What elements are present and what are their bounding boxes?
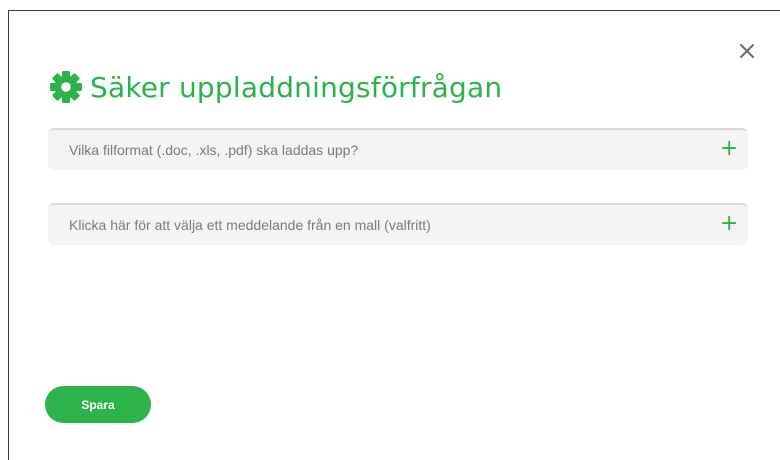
dialog-title: Säker uppladdningsförfrågan (90, 70, 503, 104)
secure-upload-dialog: Säker uppladdningsförfrågan Vilka filfor… (8, 10, 780, 460)
gear-icon (48, 69, 84, 105)
message-template-placeholder: Klicka här för att välja ett meddelande … (69, 217, 431, 233)
plus-icon[interactable]: + (720, 138, 738, 160)
message-template-field[interactable]: Klicka här för att välja ett meddelande … (48, 203, 748, 245)
save-button[interactable]: Spara (45, 386, 151, 423)
close-icon[interactable] (735, 39, 759, 63)
plus-icon[interactable]: + (720, 213, 738, 235)
file-format-field[interactable]: Vilka filformat (.doc, .xls, .pdf) ska l… (48, 128, 748, 170)
file-format-placeholder: Vilka filformat (.doc, .xls, .pdf) ska l… (69, 142, 359, 158)
dialog-header: Säker uppladdningsförfrågan (48, 67, 502, 107)
